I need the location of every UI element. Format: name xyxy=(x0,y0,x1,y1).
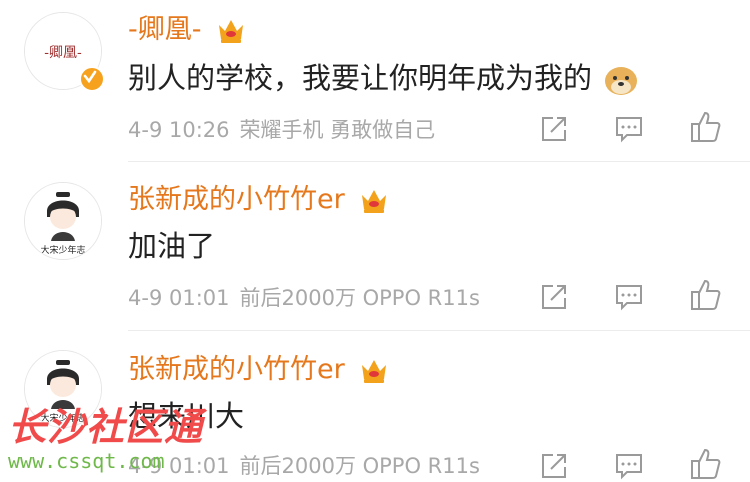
comment-content: 加油了 xyxy=(128,229,216,263)
doge-emoji-icon xyxy=(605,67,638,95)
verified-badge-icon xyxy=(79,66,105,92)
like-icon[interactable] xyxy=(690,110,722,144)
watermark: 长沙社区通 www.cssqt.com xyxy=(8,405,203,473)
share-icon[interactable] xyxy=(539,451,569,481)
comment-content: 别人的学校，我要让你明年成为我的 xyxy=(128,61,593,95)
crown-badge-icon xyxy=(362,359,387,383)
share-icon[interactable] xyxy=(539,282,569,312)
divider xyxy=(128,330,750,331)
username[interactable]: 张新成的小竹竹er xyxy=(128,184,389,216)
avatar[interactable]: 大宋少年志 xyxy=(24,182,102,260)
like-icon[interactable] xyxy=(690,278,722,312)
comment-item: 大宋少年志 张新成的小竹竹er 加油了 4-9 01:01 前后2000万 OPP… xyxy=(0,162,750,332)
username-text[interactable]: -卿凰- xyxy=(128,14,202,45)
comment-meta: 4-9 10:26 荣耀手机 勇敢做自己 xyxy=(128,117,445,143)
crown-badge-icon xyxy=(219,19,244,43)
comment-icon[interactable] xyxy=(614,282,644,312)
avatar-image: 大宋少年志 xyxy=(25,183,101,259)
username-text[interactable]: 张新成的小竹竹er xyxy=(128,184,345,215)
comment-source: 前后2000万 OPPO R11s xyxy=(239,454,480,478)
watermark-url: www.cssqt.com xyxy=(8,449,165,473)
crown-badge-icon xyxy=(362,189,387,213)
comment-time: 4-9 01:01 xyxy=(128,286,230,310)
comment-icon[interactable] xyxy=(614,451,644,481)
comment-source: 前后2000万 OPPO R11s xyxy=(239,286,480,310)
comment-text: 别人的学校，我要让你明年成为我的 xyxy=(128,60,639,97)
username-text[interactable]: 张新成的小竹竹er xyxy=(128,354,345,385)
like-icon[interactable] xyxy=(690,447,722,481)
comment-source: 荣耀手机 勇敢做自己 xyxy=(239,118,436,142)
comment-text: 加油了 xyxy=(128,228,215,264)
comment-meta: 4-9 01:01 前后2000万 OPPO R11s xyxy=(128,285,490,311)
avatar-signature: -卿凰- xyxy=(44,45,82,61)
comment-icon[interactable] xyxy=(614,114,644,144)
comment-time: 4-9 10:26 xyxy=(128,118,230,142)
username[interactable]: 张新成的小竹竹er xyxy=(128,354,389,386)
avatar-caption: 大宋少年志 xyxy=(40,244,85,256)
watermark-title: 长沙社区通 xyxy=(8,405,204,449)
share-icon[interactable] xyxy=(539,114,569,144)
comment-item: -卿凰- -卿凰- 别人的学校，我要让你明年成为我的 4-9 10:26 荣耀手机… xyxy=(0,0,750,162)
username[interactable]: -卿凰- xyxy=(128,14,246,46)
